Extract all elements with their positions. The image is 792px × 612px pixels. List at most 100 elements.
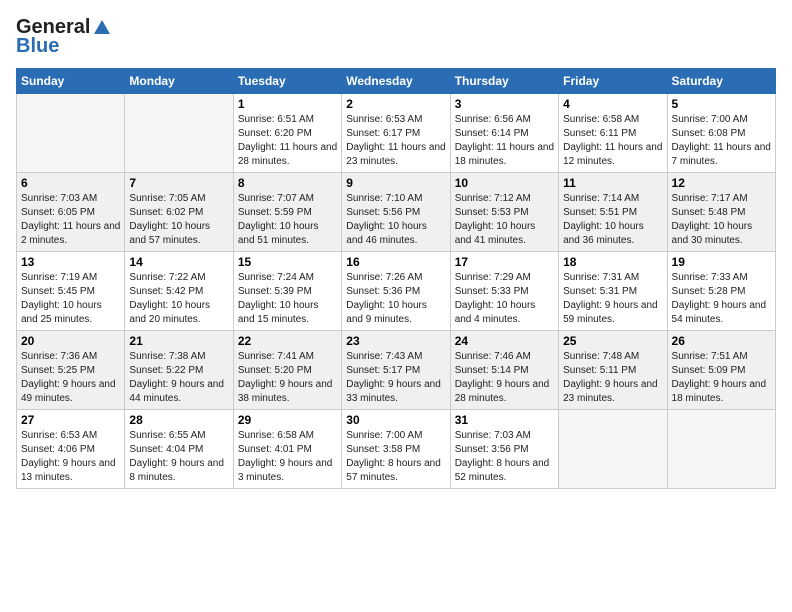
calendar-cell: 10 Sunrise: 7:12 AM Sunset: 5:53 PM Dayli… <box>450 173 558 252</box>
day-info: Sunrise: 6:55 AM Sunset: 4:04 PM Dayligh… <box>129 429 228 485</box>
calendar-cell: 5Sunrise: 7:00 AM Sunset: 6:08 PM Daylig… <box>667 94 775 173</box>
calendar-cell: 19 Sunrise: 7:33 AM Sunset: 5:28 PM Dayli… <box>667 252 775 331</box>
day-info: Sunrise: 7:33 AM Sunset: 5:28 PM Dayligh… <box>672 271 771 327</box>
calendar-cell: 2 Sunrise: 6:53 AM Sunset: 6:17 PM Daylig… <box>342 94 450 173</box>
day-number: 19 <box>672 255 771 269</box>
weekday-header-thursday: Thursday <box>450 69 558 94</box>
calendar-cell: 30 Sunrise: 7:00 AM Sunset: 3:58 PM Dayli… <box>342 410 450 489</box>
weekday-header-saturday: Saturday <box>667 69 775 94</box>
day-info: Sunrise: 7:41 AM Sunset: 5:20 PM Dayligh… <box>238 350 337 406</box>
calendar-cell: 14Sunrise: 7:22 AM Sunset: 5:42 PM Dayli… <box>125 252 233 331</box>
calendar-cell: 12Sunrise: 7:17 AM Sunset: 5:48 PM Dayli… <box>667 173 775 252</box>
day-number: 15 <box>238 255 337 269</box>
day-info: Sunrise: 6:53 AM Sunset: 4:06 PM Dayligh… <box>21 429 120 485</box>
day-info: Sunrise: 7:31 AM Sunset: 5:31 PM Dayligh… <box>563 271 662 327</box>
day-number: 13 <box>21 255 120 269</box>
day-number: 30 <box>346 413 445 427</box>
calendar-cell <box>559 410 667 489</box>
calendar-cell <box>667 410 775 489</box>
day-info: Sunrise: 7:07 AM Sunset: 5:59 PM Dayligh… <box>238 192 337 248</box>
calendar-cell: 29 Sunrise: 6:58 AM Sunset: 4:01 PM Dayli… <box>233 410 341 489</box>
day-info: Sunrise: 7:38 AM Sunset: 5:22 PM Dayligh… <box>129 350 228 406</box>
day-number: 9 <box>346 176 445 190</box>
calendar-cell: 25 Sunrise: 7:48 AM Sunset: 5:11 PM Dayli… <box>559 331 667 410</box>
calendar-cell: 3 Sunrise: 6:56 AM Sunset: 6:14 PM Daylig… <box>450 94 558 173</box>
day-info: Sunrise: 7:43 AM Sunset: 5:17 PM Dayligh… <box>346 350 445 406</box>
day-info: Sunrise: 7:00 AM Sunset: 3:58 PM Dayligh… <box>346 429 445 485</box>
calendar-header-row: SundayMondayTuesdayWednesdayThursdayFrid… <box>17 69 776 94</box>
calendar-cell: 27 Sunrise: 6:53 AM Sunset: 4:06 PM Dayli… <box>17 410 125 489</box>
day-number: 4 <box>563 97 662 111</box>
day-number: 20 <box>21 334 120 348</box>
logo: General Blue <box>16 16 112 58</box>
day-number: 8 <box>238 176 337 190</box>
calendar-cell: 13Sunrise: 7:19 AM Sunset: 5:45 PM Dayli… <box>17 252 125 331</box>
day-number: 17 <box>455 255 554 269</box>
day-info: Sunrise: 7:00 AM Sunset: 6:08 PM Dayligh… <box>672 113 771 169</box>
calendar-cell: 4 Sunrise: 6:58 AM Sunset: 6:11 PM Daylig… <box>559 94 667 173</box>
day-info: Sunrise: 6:58 AM Sunset: 4:01 PM Dayligh… <box>238 429 337 485</box>
weekday-header-wednesday: Wednesday <box>342 69 450 94</box>
day-info: Sunrise: 7:12 AM Sunset: 5:53 PM Dayligh… <box>455 192 554 248</box>
day-number: 28 <box>129 413 228 427</box>
day-info: Sunrise: 6:51 AM Sunset: 6:20 PM Dayligh… <box>238 113 337 169</box>
calendar-cell: 23 Sunrise: 7:43 AM Sunset: 5:17 PM Dayli… <box>342 331 450 410</box>
calendar-cell <box>17 94 125 173</box>
day-number: 31 <box>455 413 554 427</box>
calendar-week-row: 27 Sunrise: 6:53 AM Sunset: 4:06 PM Dayli… <box>17 410 776 489</box>
calendar-cell: 16 Sunrise: 7:26 AM Sunset: 5:36 PM Dayli… <box>342 252 450 331</box>
day-number: 1 <box>238 97 337 111</box>
day-number: 6 <box>21 176 120 190</box>
calendar-cell: 26 Sunrise: 7:51 AM Sunset: 5:09 PM Dayli… <box>667 331 775 410</box>
day-number: 29 <box>238 413 337 427</box>
day-info: Sunrise: 7:26 AM Sunset: 5:36 PM Dayligh… <box>346 271 445 327</box>
day-number: 21 <box>129 334 228 348</box>
day-info: Sunrise: 7:03 AM Sunset: 3:56 PM Dayligh… <box>455 429 554 485</box>
day-info: Sunrise: 6:58 AM Sunset: 6:11 PM Dayligh… <box>563 113 662 169</box>
day-info: Sunrise: 7:48 AM Sunset: 5:11 PM Dayligh… <box>563 350 662 406</box>
calendar-table: SundayMondayTuesdayWednesdayThursdayFrid… <box>16 68 776 489</box>
day-number: 24 <box>455 334 554 348</box>
day-number: 25 <box>563 334 662 348</box>
calendar-cell: 22 Sunrise: 7:41 AM Sunset: 5:20 PM Dayli… <box>233 331 341 410</box>
day-number: 23 <box>346 334 445 348</box>
calendar-cell: 1 Sunrise: 6:51 AM Sunset: 6:20 PM Daylig… <box>233 94 341 173</box>
day-number: 7 <box>129 176 228 190</box>
day-number: 2 <box>346 97 445 111</box>
day-info: Sunrise: 7:05 AM Sunset: 6:02 PM Dayligh… <box>129 192 228 248</box>
day-info: Sunrise: 7:17 AM Sunset: 5:48 PM Dayligh… <box>672 192 771 248</box>
day-info: Sunrise: 7:46 AM Sunset: 5:14 PM Dayligh… <box>455 350 554 406</box>
calendar-cell: 24 Sunrise: 7:46 AM Sunset: 5:14 PM Dayli… <box>450 331 558 410</box>
day-info: Sunrise: 7:51 AM Sunset: 5:09 PM Dayligh… <box>672 350 771 406</box>
calendar-week-row: 13Sunrise: 7:19 AM Sunset: 5:45 PM Dayli… <box>17 252 776 331</box>
day-number: 10 <box>455 176 554 190</box>
day-info: Sunrise: 7:03 AM Sunset: 6:05 PM Dayligh… <box>21 192 120 248</box>
weekday-header-tuesday: Tuesday <box>233 69 341 94</box>
weekday-header-sunday: Sunday <box>17 69 125 94</box>
calendar-cell <box>125 94 233 173</box>
day-number: 18 <box>563 255 662 269</box>
calendar-cell: 15 Sunrise: 7:24 AM Sunset: 5:39 PM Dayli… <box>233 252 341 331</box>
calendar-cell: 7 Sunrise: 7:05 AM Sunset: 6:02 PM Daylig… <box>125 173 233 252</box>
weekday-header-friday: Friday <box>559 69 667 94</box>
logo-blue-text: Blue <box>16 35 59 58</box>
day-info: Sunrise: 7:29 AM Sunset: 5:33 PM Dayligh… <box>455 271 554 327</box>
day-number: 14 <box>129 255 228 269</box>
day-number: 27 <box>21 413 120 427</box>
calendar-week-row: 20 Sunrise: 7:36 AM Sunset: 5:25 PM Dayli… <box>17 331 776 410</box>
day-info: Sunrise: 7:10 AM Sunset: 5:56 PM Dayligh… <box>346 192 445 248</box>
day-number: 22 <box>238 334 337 348</box>
calendar-cell: 17 Sunrise: 7:29 AM Sunset: 5:33 PM Dayli… <box>450 252 558 331</box>
day-info: Sunrise: 6:53 AM Sunset: 6:17 PM Dayligh… <box>346 113 445 169</box>
day-number: 11 <box>563 176 662 190</box>
calendar-cell: 8 Sunrise: 7:07 AM Sunset: 5:59 PM Daylig… <box>233 173 341 252</box>
weekday-header-monday: Monday <box>125 69 233 94</box>
day-info: Sunrise: 6:56 AM Sunset: 6:14 PM Dayligh… <box>455 113 554 169</box>
day-number: 16 <box>346 255 445 269</box>
day-number: 3 <box>455 97 554 111</box>
day-info: Sunrise: 7:24 AM Sunset: 5:39 PM Dayligh… <box>238 271 337 327</box>
calendar-week-row: 6 Sunrise: 7:03 AM Sunset: 6:05 PM Daylig… <box>17 173 776 252</box>
day-info: Sunrise: 7:36 AM Sunset: 5:25 PM Dayligh… <box>21 350 120 406</box>
calendar-cell: 18 Sunrise: 7:31 AM Sunset: 5:31 PM Dayli… <box>559 252 667 331</box>
day-number: 26 <box>672 334 771 348</box>
